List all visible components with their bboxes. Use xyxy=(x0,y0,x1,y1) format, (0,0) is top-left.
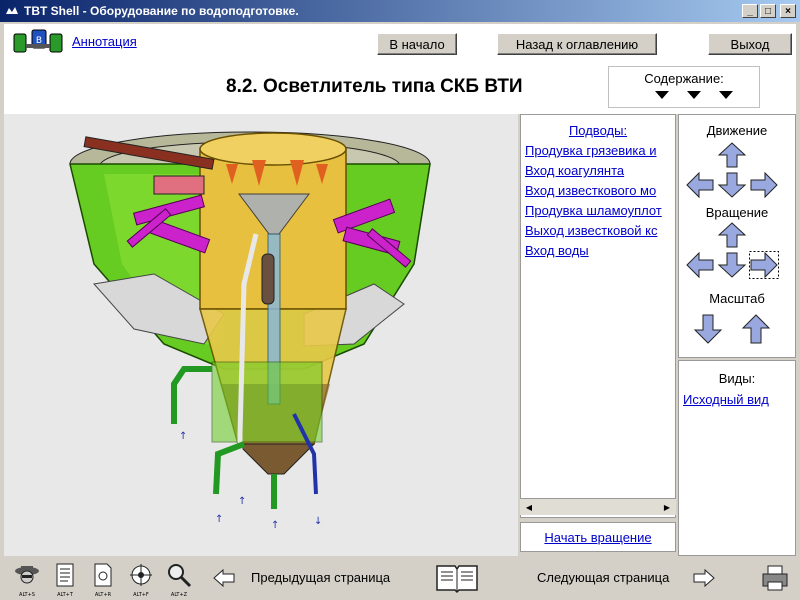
inlets-panel: Подводы: Продувка грязевика и Вход коагу… xyxy=(520,114,676,518)
magnifier-caption: ALT+Z xyxy=(170,592,188,598)
rotate-left-icon[interactable] xyxy=(685,251,715,279)
compass-icon[interactable]: ALT+F xyxy=(126,562,156,598)
prev-page-link[interactable]: Предыдущая страница xyxy=(251,570,390,585)
inlet-link-6[interactable]: Вход воды xyxy=(525,243,675,258)
prev-arrow-icon[interactable] xyxy=(212,568,236,588)
spy-icon[interactable]: ALT+S xyxy=(12,562,42,598)
app-icon xyxy=(4,4,20,18)
inlet-link-3[interactable]: Вход известкового мо xyxy=(525,183,675,198)
spy-caption: ALT+S xyxy=(19,592,35,598)
annotation-link[interactable]: Аннотация xyxy=(72,34,137,49)
home-button[interactable]: В начало xyxy=(377,33,457,55)
window-titlebar: TBT Shell - Оборудование по водоподготов… xyxy=(0,0,800,22)
navigation-panel: Движение Вращение Масштаб xyxy=(678,114,796,358)
svg-text:↑: ↑ xyxy=(215,514,223,525)
inlets-heading[interactable]: Подводы: xyxy=(521,123,675,138)
text-document-icon[interactable]: ALT+T xyxy=(50,562,80,598)
header-bar: B Аннотация В начало Назад к оглавлению … xyxy=(4,24,796,114)
svg-text:↑: ↑ xyxy=(271,520,279,531)
bottom-toolbar: ALT+S ALT+T ALT+R ALT+F ALT+Z Предыдущая… xyxy=(0,558,800,600)
book-icon[interactable] xyxy=(435,562,479,594)
contents-dropdown[interactable]: Содержание: xyxy=(608,66,760,108)
text-caption: ALT+T xyxy=(57,592,73,598)
page-title: 8.2. Осветлитель типа СКБ ВТИ xyxy=(226,76,523,97)
3d-viewport[interactable]: ↑ ↑ ↑ ↑ ↓ xyxy=(4,114,518,556)
next-arrow-icon[interactable] xyxy=(692,568,716,588)
default-view-link[interactable]: Исходный вид xyxy=(683,392,795,407)
svg-text:↓: ↓ xyxy=(314,516,322,527)
rotate-down-icon[interactable] xyxy=(717,251,747,279)
svg-text:↑: ↑ xyxy=(179,431,187,442)
zoom-in-icon[interactable] xyxy=(741,313,771,345)
views-panel: Виды: Исходный вид xyxy=(678,360,796,556)
window-title: TBT Shell - Оборудование по водоподготов… xyxy=(24,4,299,18)
inlet-link-2[interactable]: Вход коагулянта xyxy=(525,163,675,178)
inlet-link-4[interactable]: Продувка шламоуплот xyxy=(525,203,675,218)
rotate-right-icon[interactable] xyxy=(749,251,779,279)
move-up-icon[interactable] xyxy=(717,141,747,169)
printer-icon[interactable] xyxy=(760,564,790,592)
tbt-logo: B xyxy=(12,28,66,56)
exit-button[interactable]: Выход xyxy=(708,33,792,55)
move-right-icon[interactable] xyxy=(749,171,779,199)
magnifier-icon[interactable]: ALT+Z xyxy=(164,562,194,598)
scale-label: Масштаб xyxy=(709,291,765,306)
views-label: Виды: xyxy=(718,371,756,386)
movement-label: Движение xyxy=(706,123,768,138)
svg-text:↑: ↑ xyxy=(238,496,246,507)
zoom-out-icon[interactable] xyxy=(693,313,723,345)
move-left-icon[interactable] xyxy=(685,171,715,199)
minimize-button[interactable]: _ xyxy=(742,4,758,18)
maximize-button[interactable]: □ xyxy=(760,4,776,18)
back-to-contents-button[interactable]: Назад к оглавлению xyxy=(497,33,657,55)
move-down-icon[interactable] xyxy=(717,171,747,199)
rotate-up-icon[interactable] xyxy=(717,221,747,249)
scroll-right-icon[interactable]: ▶ xyxy=(660,501,674,513)
inlet-link-1[interactable]: Продувка грязевика и xyxy=(525,143,675,158)
rotation-label: Вращение xyxy=(705,205,769,220)
contents-arrow-1-icon[interactable] xyxy=(655,91,669,99)
contents-label: Содержание: xyxy=(644,71,724,86)
close-button[interactable]: × xyxy=(780,4,796,18)
scroll-left-icon[interactable]: ◀ xyxy=(522,501,536,513)
contents-arrow-2-icon[interactable] xyxy=(687,91,701,99)
next-page-link[interactable]: Следующая страница xyxy=(537,570,669,585)
compass-caption: ALT+F xyxy=(133,592,149,598)
inlets-scrollbar[interactable]: ◀ ▶ xyxy=(520,498,676,515)
inlet-link-5[interactable]: Выход известковой кс xyxy=(525,223,675,238)
start-rotation-box: Начать вращение xyxy=(520,522,676,552)
start-rotation-link[interactable]: Начать вращение xyxy=(544,530,651,545)
contents-arrow-3-icon[interactable] xyxy=(719,91,733,99)
clarifier-model: ↑ ↑ ↑ ↑ ↓ xyxy=(69,131,431,531)
page-icon[interactable]: ALT+R xyxy=(88,562,118,598)
page-caption: ALT+R xyxy=(94,592,112,598)
